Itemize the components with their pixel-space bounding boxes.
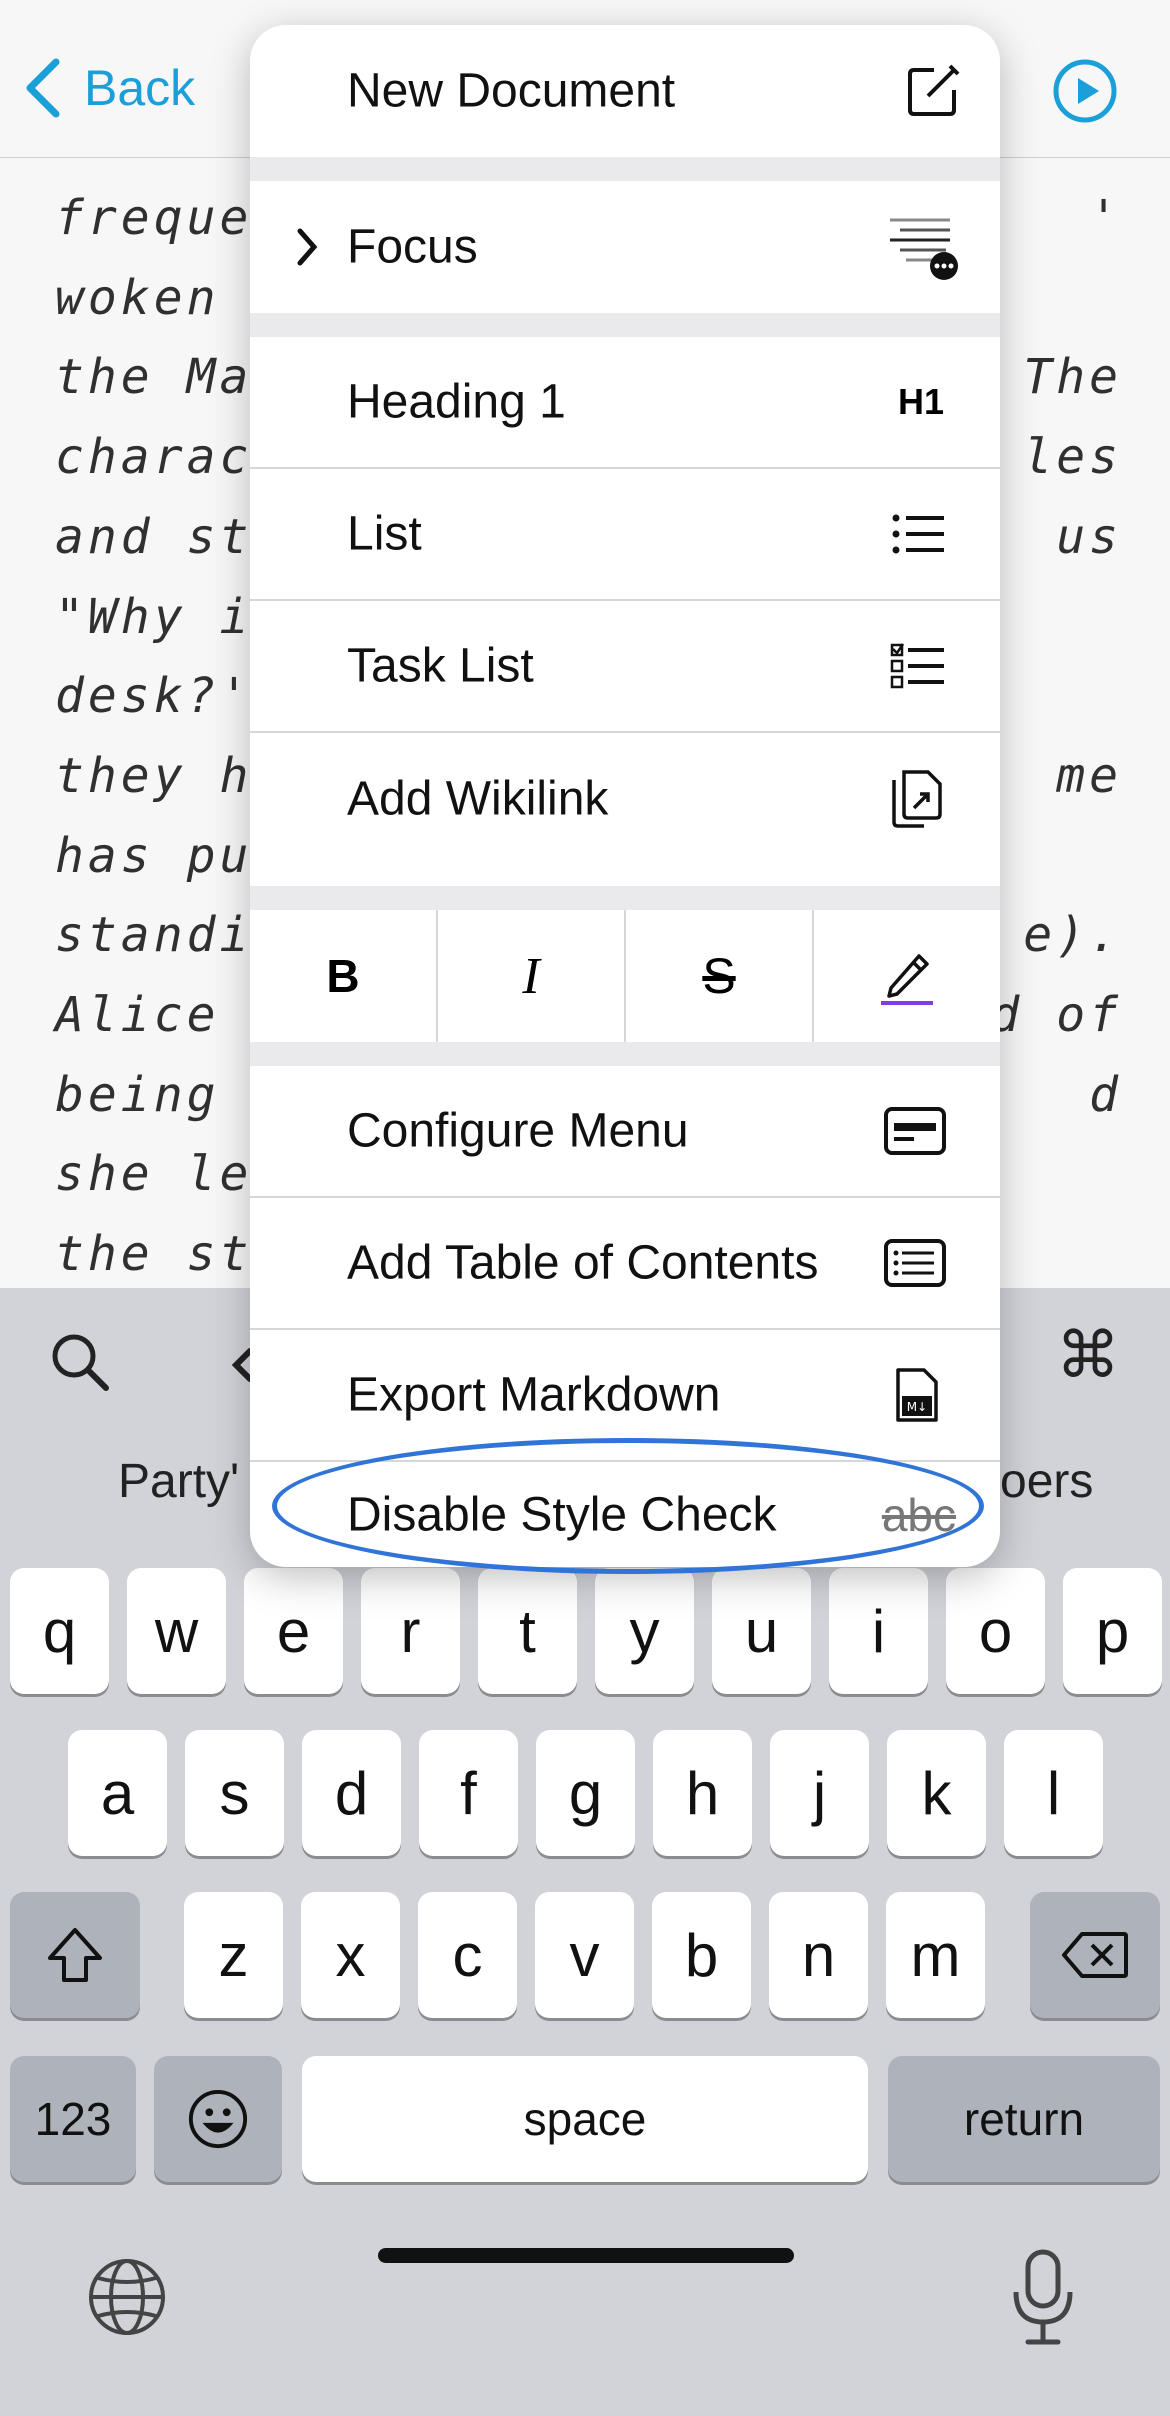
search-icon[interactable] <box>48 1330 112 1394</box>
chevron-left-icon <box>26 58 60 118</box>
task-list-icon <box>890 643 944 689</box>
key-o[interactable]: o <box>946 1568 1045 1694</box>
wikilink-icon <box>892 770 942 828</box>
key-u[interactable]: u <box>712 1568 811 1694</box>
key-q[interactable]: q <box>10 1568 109 1694</box>
key-b[interactable]: b <box>652 1892 751 2018</box>
key-k[interactable]: k <box>887 1730 986 1856</box>
editor-text-line-right: d of <box>990 987 1122 1043</box>
menu-item-label: Export Markdown <box>347 1368 721 1422</box>
menu-item-label: Add Wikilink <box>347 772 609 826</box>
key-p[interactable]: p <box>1063 1568 1162 1694</box>
home-indicator <box>378 2248 794 2263</box>
key-d[interactable]: d <box>302 1730 401 1856</box>
key-c[interactable]: c <box>418 1892 517 2018</box>
menu-item-heading-1[interactable]: Heading 1 H1 <box>250 337 1000 467</box>
key-w[interactable]: w <box>127 1568 226 1694</box>
list-icon <box>892 514 944 554</box>
arrow-left-icon[interactable] <box>232 1343 252 1387</box>
backspace-icon <box>1062 1932 1128 1978</box>
italic-label: I <box>522 947 540 1005</box>
menu-item-new-document[interactable]: New Document <box>250 25 1000 157</box>
key-v[interactable]: v <box>535 1892 634 2018</box>
menu-item-task-list[interactable]: Task List <box>250 601 1000 731</box>
italic-button[interactable]: I <box>438 910 624 1042</box>
key-m[interactable]: m <box>886 1892 985 2018</box>
shift-icon <box>48 1928 102 1982</box>
key-a[interactable]: a <box>68 1730 167 1856</box>
numbers-key[interactable]: 123 <box>10 2056 136 2182</box>
globe-icon[interactable] <box>86 2256 168 2338</box>
markdown-file-label: M↓ <box>907 1400 927 1414</box>
marker-icon <box>881 954 933 1005</box>
markdown-file-icon: M↓ <box>896 1368 938 1422</box>
strikethrough-label: S <box>702 948 736 1004</box>
bold-button[interactable]: B <box>250 910 436 1042</box>
menu-item-focus[interactable]: Focus <box>250 181 1000 313</box>
menu-item-configure-menu[interactable]: Configure Menu <box>250 1066 1000 1196</box>
backspace-key[interactable] <box>1030 1892 1160 2018</box>
menu-item-add-table-of-contents[interactable]: Add Table of Contents <box>250 1198 1000 1328</box>
suggestion-right[interactable]: oers <box>1000 1454 1093 1509</box>
emoji-icon <box>188 2089 248 2149</box>
bold-label: B <box>326 950 360 1002</box>
key-n[interactable]: n <box>769 1892 868 2018</box>
editor-text-line: woken <box>55 269 220 326</box>
editor-text-line-right: us <box>1056 508 1122 565</box>
editor-text-line-right: me <box>1056 747 1122 804</box>
key-j[interactable]: j <box>770 1730 869 1856</box>
key-y[interactable]: y <box>595 1568 694 1694</box>
return-key[interactable]: return <box>888 2056 1160 2182</box>
editor-text-line: the Ma <box>55 349 253 406</box>
menu-item-label: Add Table of Contents <box>347 1236 819 1290</box>
space-key[interactable]: space <box>302 2056 868 2182</box>
menu-item-label: List <box>347 507 422 561</box>
menu-item-label: Configure Menu <box>347 1104 689 1158</box>
command-icon[interactable]: ⌘ <box>1056 1318 1120 1393</box>
highlight-ring <box>272 1438 984 1574</box>
back-button[interactable]: Back <box>22 56 195 120</box>
heading-icon: H1 <box>897 381 944 422</box>
menu-item-list[interactable]: List <box>250 469 1000 599</box>
shift-key[interactable] <box>10 1892 140 2018</box>
key-f[interactable]: f <box>419 1730 518 1856</box>
editor-text-line-right: d <box>1089 1066 1122 1123</box>
menu-item-label: Focus <box>347 220 478 274</box>
highlight-button[interactable] <box>814 910 1000 1042</box>
table-of-contents-icon <box>884 1239 946 1287</box>
key-r[interactable]: r <box>361 1568 460 1694</box>
key-l[interactable]: l <box>1004 1730 1103 1856</box>
suggestion-left[interactable]: Party' <box>118 1454 239 1509</box>
key-e[interactable]: e <box>244 1568 343 1694</box>
back-label: Back <box>84 60 196 116</box>
compose-icon <box>908 64 960 116</box>
chevron-right-icon <box>297 228 318 266</box>
strikethrough-button[interactable]: S <box>626 910 812 1042</box>
configure-menu-icon <box>884 1107 946 1155</box>
key-h[interactable]: h <box>653 1730 752 1856</box>
editor-text-line: "Why i <box>55 588 253 645</box>
key-g[interactable]: g <box>536 1730 635 1856</box>
menu-item-add-wikilink[interactable]: Add Wikilink <box>250 733 1000 886</box>
editor-text-line-right: ' <box>1089 190 1122 246</box>
context-menu: New Document Focus Heading 1 H1 List Tas… <box>250 25 1000 1567</box>
focus-icon <box>890 218 958 280</box>
editor-text-line-right: les <box>1023 429 1122 486</box>
play-icon[interactable] <box>1052 58 1118 124</box>
key-t[interactable]: t <box>478 1568 577 1694</box>
menu-item-label: Heading 1 <box>347 375 566 429</box>
key-x[interactable]: x <box>301 1892 400 2018</box>
editor-text-line-right: e). <box>1023 907 1122 964</box>
microphone-icon[interactable] <box>1008 2248 1078 2348</box>
key-s[interactable]: s <box>185 1730 284 1856</box>
menu-item-label: Task List <box>347 639 534 693</box>
emoji-key[interactable] <box>154 2056 282 2182</box>
key-z[interactable]: z <box>184 1892 283 2018</box>
key-i[interactable]: i <box>829 1568 928 1694</box>
editor-text-line-right: The <box>1023 349 1122 406</box>
menu-item-label: New Document <box>347 64 676 118</box>
